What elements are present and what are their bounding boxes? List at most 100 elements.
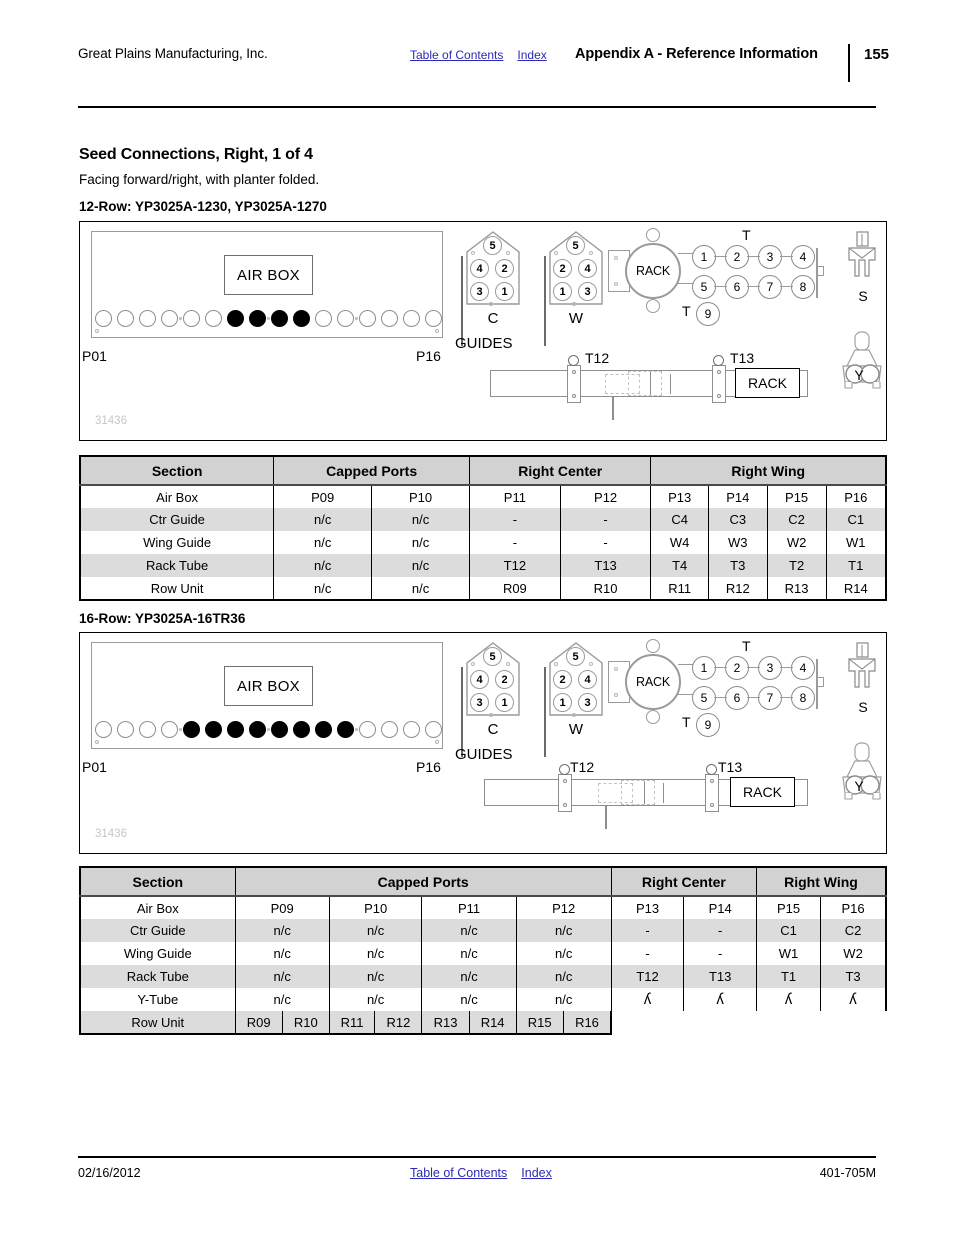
air-box-divider-dot	[267, 728, 270, 731]
table-cell: n/c	[421, 942, 517, 965]
table-header-row: Section Capped Ports Right Center Right Win…	[78, 866, 887, 897]
table-cell: R09	[234, 1011, 283, 1035]
air-box-ports	[95, 310, 442, 327]
guide-c-circle-3: 3	[470, 282, 489, 301]
connections-table-12-row: Section Capped Ports Right Center Right Win…	[79, 455, 888, 601]
guide-w-circle-5: 5	[566, 236, 585, 255]
rack-tube-stub	[605, 806, 607, 829]
port-end-label: P16	[416, 759, 441, 775]
table-cell: P11	[469, 485, 561, 508]
table-cell: T3	[820, 965, 888, 988]
table-cell: P14	[683, 896, 757, 919]
air-box-port-15	[403, 721, 420, 738]
air-box-port-05	[183, 310, 200, 327]
y-tube-glyph: ʎ	[716, 990, 724, 1009]
rack-tube-clamp-right	[705, 774, 719, 812]
table-cell: n/c	[421, 965, 517, 988]
table-row: Wing Guide n/c n/c n/c n/c - - W1 W2	[78, 942, 888, 965]
row-label-y-tube: Y-Tube	[78, 988, 236, 1011]
rack-circle-1: 1	[692, 656, 716, 680]
guide-w-circle-4: 4	[578, 670, 597, 689]
air-box-label: AIR BOX	[224, 255, 313, 295]
rack-nub-bottom	[646, 299, 660, 313]
table-cell: R15	[515, 1011, 564, 1035]
rack-tube-vline	[650, 372, 652, 395]
header-index-link[interactable]: Index	[517, 48, 546, 62]
air-box-port-10	[293, 721, 310, 738]
table-cell: -	[469, 508, 561, 531]
table-cell: W4	[650, 531, 709, 554]
rack-plate-dot	[614, 256, 618, 260]
rack-hub: RACK	[625, 243, 681, 299]
air-box-port-12	[337, 721, 354, 738]
air-box-port-13	[359, 721, 376, 738]
row-label-ctr-guide: Ctr Guide	[79, 508, 275, 531]
table-cell: -	[469, 531, 561, 554]
header-table-of-contents-link[interactable]: Table of Contents	[410, 48, 503, 62]
row-label-rack-tube: Rack Tube	[79, 554, 275, 577]
rack-circle-4: 4	[791, 656, 815, 680]
rack-tube-vline	[670, 374, 672, 394]
table-row: Wing Guide n/c n/c - - W4 W3 W2 W1	[79, 531, 887, 554]
table-cell: P12	[559, 485, 652, 508]
table-header-section: Section	[78, 866, 236, 897]
table-cell: n/c	[234, 942, 330, 965]
table-cell: n/c	[371, 554, 470, 577]
table-cell: W3	[707, 531, 768, 554]
clamp-dot	[563, 803, 567, 807]
rack-nub-bottom	[646, 710, 660, 724]
table-row: Ctr Guide n/c n/c n/c n/c - - C1 C2	[78, 919, 888, 942]
footer-links: Table of Contents Index	[410, 1166, 552, 1180]
air-box-port-04	[161, 721, 178, 738]
table-cell: n/c	[273, 577, 373, 601]
rack-link	[780, 697, 793, 699]
rack-circle-6: 6	[725, 686, 749, 710]
footer-rule	[78, 1156, 876, 1158]
clamp-dot	[710, 803, 714, 807]
rack-tube-rack-text: RACK	[748, 375, 787, 391]
guide-w-dot	[589, 251, 593, 255]
guide-w-letter: W	[568, 310, 584, 327]
air-box-label: AIR BOX	[224, 666, 313, 706]
footer-table-of-contents-link[interactable]: Table of Contents	[410, 1166, 507, 1180]
rack-circle-3: 3	[758, 656, 782, 680]
table-cell: -	[683, 942, 757, 965]
rack-circle-5: 5	[692, 275, 716, 299]
rack-circle-1: 1	[692, 245, 716, 269]
rack-tube-ring-right	[706, 764, 717, 775]
s-fitting-icon	[848, 231, 876, 277]
table-cell: n/c	[515, 919, 612, 942]
table-header-right-wing: Right Wing	[755, 866, 887, 897]
table-cell: ʎ	[755, 988, 822, 1011]
air-box-port-16	[425, 721, 442, 738]
table-row: Rack Tube n/c n/c n/c n/c T12 T13 T1 T3	[78, 965, 888, 988]
table-cell: T13	[559, 554, 652, 577]
table-cell: R16	[562, 1011, 613, 1035]
footer-index-link[interactable]: Index	[521, 1166, 552, 1180]
clamp-dot	[572, 394, 576, 398]
rack-t-letter: T	[742, 227, 751, 243]
table-cell: W2	[766, 531, 827, 554]
table-cell: P10	[328, 896, 423, 919]
table-cell: T12	[469, 554, 561, 577]
air-box-port-03	[139, 310, 156, 327]
airbox-corner-dot	[95, 740, 99, 744]
rack-link	[714, 697, 727, 699]
table-row: Air Box P09 P10 P11 P12 P13 P14 P15 P16	[79, 485, 887, 508]
clamp-dot	[710, 779, 714, 783]
rack-hub: RACK	[625, 654, 681, 710]
table-cell: ʎ	[820, 988, 888, 1011]
rack-circle-7: 7	[758, 686, 782, 710]
y-tube-glyph: ʎ	[849, 990, 857, 1009]
rack-nub-top	[646, 639, 660, 653]
rack-circle-6: 6	[725, 275, 749, 299]
connections-table-16-row: Section Capped Ports Right Center Right Win…	[78, 866, 888, 1035]
air-box-port-06	[205, 721, 222, 738]
row-label-row-unit: Row Unit	[79, 577, 275, 601]
table-header-section: Section	[79, 455, 275, 486]
air-box-port-14	[381, 721, 398, 738]
table-cell: R12	[374, 1011, 423, 1035]
air-box-port-07	[227, 721, 244, 738]
table-cell: -	[683, 919, 757, 942]
rack-link	[780, 256, 793, 258]
